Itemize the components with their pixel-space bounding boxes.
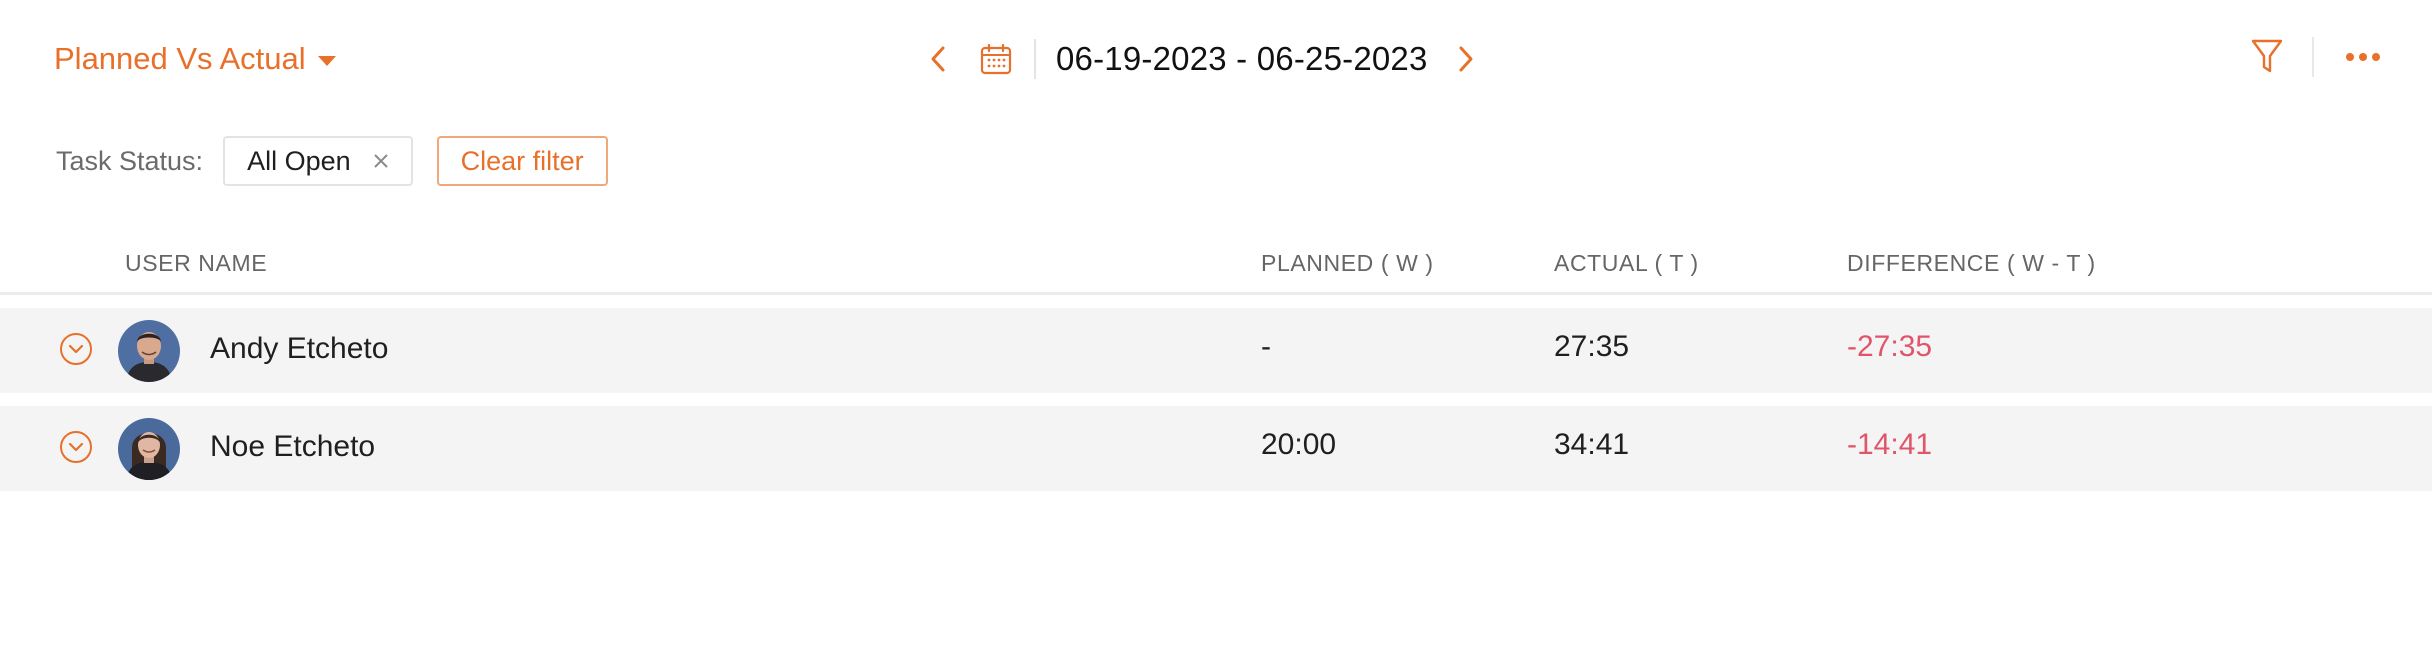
table-row[interactable]: Noe Etcheto 20:00 34:41 -14:41 [0, 406, 2432, 491]
chevron-down-circle-icon[interactable] [60, 333, 92, 365]
clear-filter-button[interactable]: Clear filter [436, 136, 608, 186]
filter-chip-all-open[interactable]: All Open [223, 136, 413, 186]
difference-value: -27:35 [1847, 330, 1933, 363]
divider [2312, 37, 2314, 77]
more-horizontal-icon [2346, 53, 2380, 61]
filter-button[interactable] [2244, 34, 2290, 80]
avatar [118, 320, 180, 382]
planned-vs-actual-page: Planned Vs Actual 06-19-2023 - 06-25-202… [0, 0, 2432, 650]
filter-chip-label: All Open [247, 145, 351, 176]
column-header-user-name[interactable]: USER NAME [125, 250, 267, 277]
more-options-button[interactable] [2340, 34, 2386, 80]
previous-week-button[interactable] [922, 39, 954, 79]
calendar-icon [980, 43, 1012, 75]
user-name[interactable]: Noe Etcheto [210, 430, 375, 464]
difference-value: -14:41 [1847, 428, 1933, 461]
chevron-right-icon [1459, 46, 1473, 72]
filter-icon [2251, 39, 2283, 73]
chevron-down-circle-icon[interactable] [60, 431, 92, 463]
planned-value: - [1261, 330, 1271, 363]
column-header-difference[interactable]: DIFFERENCE ( W - T ) [1847, 250, 2096, 277]
view-selector-label: Planned Vs Actual [54, 41, 306, 76]
table-row[interactable]: Andy Etcheto - 27:35 -27:35 [0, 308, 2432, 393]
date-navigation: 06-19-2023 - 06-25-2023 [922, 34, 1482, 84]
next-week-button[interactable] [1450, 39, 1482, 79]
calendar-button[interactable] [976, 39, 1016, 79]
filter-bar: Task Status: All Open Clear filter [56, 135, 608, 187]
table-header: USER NAME PLANNED ( W ) ACTUAL ( T ) DIF… [0, 240, 2432, 295]
planned-value: 20:00 [1261, 428, 1337, 461]
user-name[interactable]: Andy Etcheto [210, 332, 388, 366]
column-header-planned[interactable]: PLANNED ( W ) [1261, 250, 1434, 277]
toolbar-right [2244, 32, 2386, 82]
avatar [118, 418, 180, 480]
close-icon[interactable] [371, 151, 391, 171]
view-selector-dropdown[interactable]: Planned Vs Actual [54, 36, 336, 82]
column-header-actual[interactable]: ACTUAL ( T ) [1554, 250, 1699, 277]
task-status-label: Task Status: [56, 145, 204, 176]
actual-value: 34:41 [1554, 428, 1630, 461]
date-range-label: 06-19-2023 - 06-25-2023 [1056, 40, 1428, 77]
actual-value: 27:35 [1554, 330, 1630, 363]
caret-down-icon [317, 56, 336, 66]
divider [1034, 39, 1036, 79]
chevron-left-icon [931, 46, 945, 72]
